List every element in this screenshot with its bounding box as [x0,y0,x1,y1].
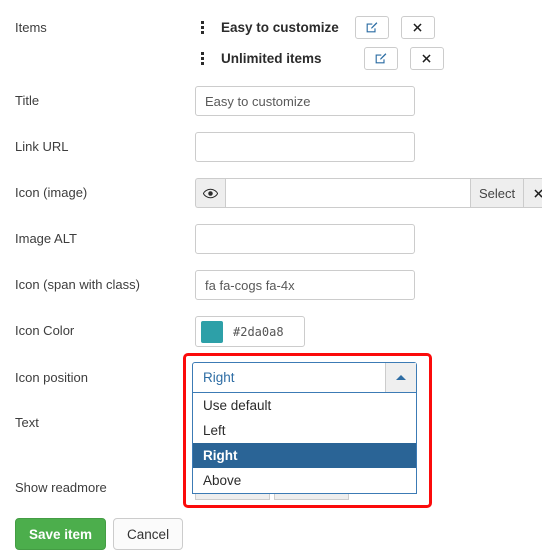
list-item: Easy to customize [195,14,435,40]
icon-span-input[interactable] [195,270,415,300]
option-above[interactable]: Above [193,468,416,493]
eye-icon [203,188,218,198]
select-toggle-button[interactable] [385,363,416,392]
link-url-input[interactable] [195,132,415,162]
select-image-button[interactable]: Select [471,178,525,208]
icon-color-picker[interactable]: #2da0a8 [195,316,305,347]
icon-span-label: Icon (span with class) [15,277,140,292]
image-alt-input[interactable] [195,224,415,254]
clear-image-button[interactable] [524,178,542,208]
icon-color-value: #2da0a8 [233,324,284,339]
list-item-title: Unlimited items [221,50,322,66]
title-input[interactable] [195,86,415,116]
cancel-button[interactable]: Cancel [113,518,184,550]
close-x-icon [422,53,431,63]
image-alt-label: Image ALT [15,231,77,246]
icon-position-label: Icon position [15,370,88,385]
pencil-square-icon [366,21,378,32]
list-item: Unlimited items [195,45,444,71]
show-readmore-label: Show readmore [15,480,107,495]
icon-position-select-box[interactable]: Right [192,362,417,393]
drag-handle-icon[interactable] [195,18,209,36]
option-use-default[interactable]: Use default [193,393,416,418]
save-item-button[interactable]: Save item [15,518,107,550]
preview-image-button[interactable] [195,178,225,208]
link-url-label: Link URL [15,139,69,154]
icon-position-selected-value: Right [203,370,235,385]
caret-up-icon [396,375,406,380]
form-footer: Save item Cancel [15,518,184,550]
pencil-square-icon [375,52,387,63]
drag-handle-icon[interactable] [195,49,209,67]
delete-item-button[interactable] [400,15,435,39]
icon-image-label: Icon (image) [15,185,88,200]
option-right[interactable]: Right [193,443,416,468]
item-edit-form: Items Easy to customize Unlimited items [0,0,542,560]
color-swatch [201,320,223,343]
icon-color-label: Icon Color [15,323,75,338]
icon-position-select[interactable]: Right Use default Left Right Above [192,362,417,494]
option-left[interactable]: Left [193,418,416,443]
title-label: Title [15,93,40,108]
close-x-icon [534,188,542,198]
edit-item-button[interactable] [354,15,389,39]
delete-item-button[interactable] [409,46,444,70]
close-x-icon [413,22,422,32]
icon-image-input-group: Select [195,178,542,208]
text-label: Text [15,415,39,430]
list-item-title: Easy to customize [221,19,339,35]
items-label: Items [15,20,47,35]
edit-item-button[interactable] [363,46,398,70]
icon-image-input[interactable] [225,178,471,208]
icon-position-options-list: Use default Left Right Above [192,393,417,494]
